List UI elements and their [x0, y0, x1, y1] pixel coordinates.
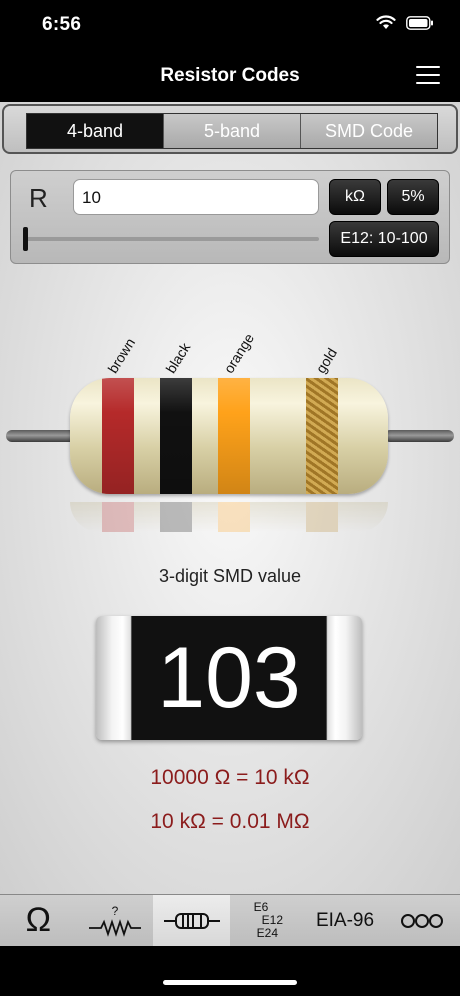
main-content: 4-band 5-band SMD Code R 10 kΩ 5% E12: 1…	[0, 102, 460, 894]
tab-5-band[interactable]: 5-band	[164, 114, 301, 148]
resistor-illustration: brown black orange gold	[0, 322, 460, 552]
resistance-input[interactable]: 10	[73, 179, 319, 215]
series-button[interactable]: E12: 10-100	[329, 221, 439, 257]
wifi-icon	[376, 15, 396, 29]
band-type-selector: 4-band 5-band SMD Code	[2, 104, 458, 154]
unknown-resistor-icon: ?	[89, 904, 141, 937]
band-label-3: orange	[220, 330, 258, 376]
tab-smd-code[interactable]: SMD Code	[301, 114, 437, 148]
result-ohms: 10000 Ω = 10 kΩ	[150, 766, 310, 789]
svg-text:?: ?	[112, 904, 119, 918]
resistor-tab[interactable]	[153, 895, 231, 946]
more-tab[interactable]	[383, 895, 460, 946]
band-1[interactable]	[102, 378, 134, 494]
resistor-lead-right	[384, 430, 454, 442]
unknown-resistor-tab[interactable]: ?	[77, 895, 154, 946]
smd-caption: 3-digit SMD value	[158, 566, 302, 586]
bottom-toolbar: Ω ? E6 E12 E24 EIA-96	[0, 894, 460, 946]
e24-label: E24	[256, 926, 279, 940]
resistor-reflection	[70, 502, 388, 532]
eia-96-tab[interactable]: EIA-96	[307, 895, 384, 946]
band-label-4: gold	[312, 345, 341, 376]
tab-4-band[interactable]: 4-band	[27, 114, 164, 148]
battery-icon	[406, 15, 433, 30]
ohm-icon: Ω	[25, 901, 52, 939]
resistance-slider[interactable]	[25, 237, 319, 241]
slider-thumb[interactable]	[23, 227, 28, 251]
reflection-band	[102, 502, 134, 532]
e-series-label: E6 E12 E24	[254, 901, 283, 940]
resistance-input-panel: R 10 kΩ 5% E12: 10-100	[10, 170, 450, 264]
home-indicator	[163, 980, 297, 985]
resistor-lead-left	[6, 430, 76, 442]
band-2[interactable]	[160, 378, 192, 494]
status-icons	[376, 15, 434, 30]
band-label-2: black	[162, 339, 194, 376]
result-megohms: 10 kΩ = 0.01 MΩ	[150, 810, 310, 833]
status-time: 6:56	[42, 14, 82, 35]
tolerance-button[interactable]: 5%	[387, 179, 439, 215]
unit-button[interactable]: kΩ	[329, 179, 381, 215]
eia-96-label: EIA-96	[315, 909, 375, 931]
resistor-body	[70, 378, 388, 494]
hamburger-menu-icon[interactable]	[416, 66, 440, 86]
status-bar: 6:56	[0, 0, 460, 50]
band-label-1: brown	[104, 335, 139, 376]
e-series-tab[interactable]: E6 E12 E24	[230, 895, 307, 946]
more-icon	[400, 913, 443, 928]
page-title: Resistor Codes	[160, 65, 300, 86]
reflection-band	[218, 502, 250, 532]
smd-code: 103	[157, 630, 301, 726]
ohm-tab[interactable]: Ω	[0, 895, 77, 946]
reflection-band	[160, 502, 192, 532]
resistor-icon	[163, 912, 220, 929]
nav-bar: Resistor Codes	[0, 50, 460, 102]
band-4[interactable]	[306, 378, 338, 494]
smd-chip: 103	[96, 616, 362, 740]
resistance-label: R	[29, 183, 48, 213]
band-3[interactable]	[218, 378, 250, 494]
segmented-control: 4-band 5-band SMD Code	[26, 113, 438, 149]
reflection-band	[306, 502, 338, 532]
